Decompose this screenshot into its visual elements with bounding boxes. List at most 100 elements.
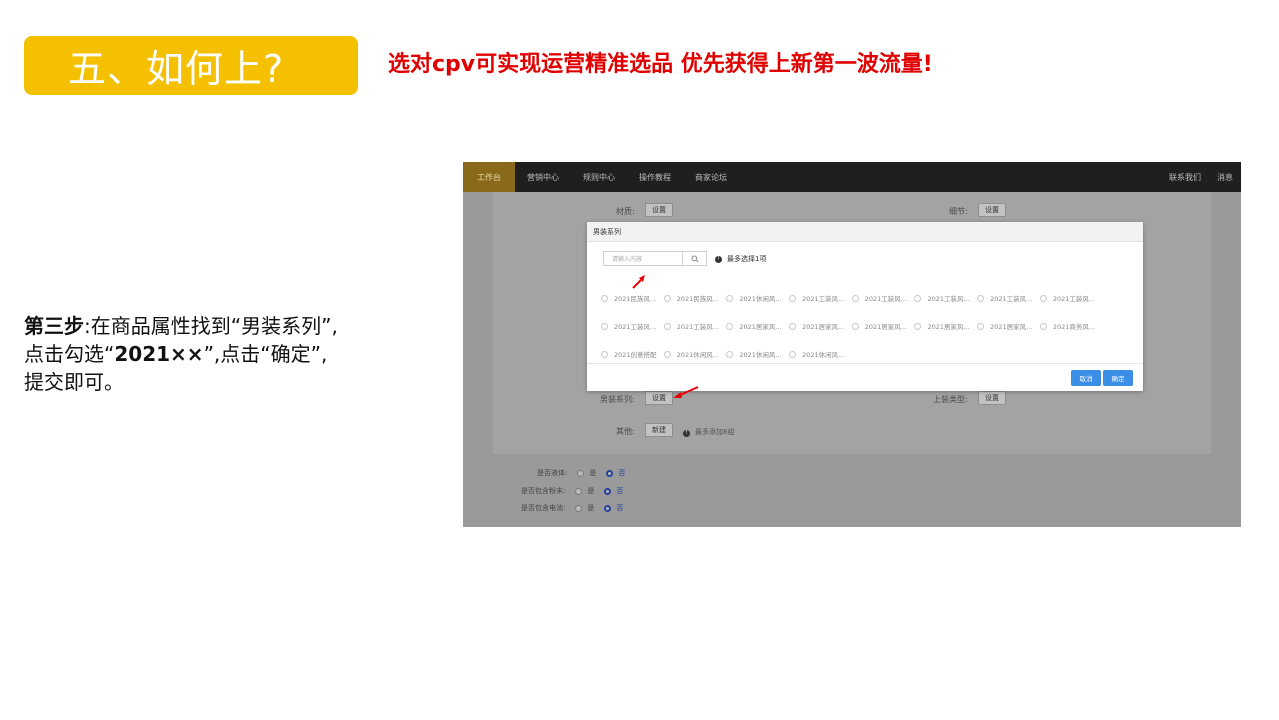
detail-label: 细节: [949, 207, 968, 216]
options-row: 2021民族风... 2021民族风... 2021休闲风... 2021工装风...… [601, 284, 1137, 312]
confirm-button[interactable]: 确定 [1103, 370, 1133, 386]
liquid-yes-text: 是 [589, 469, 597, 477]
radio-circle-icon [789, 322, 797, 330]
powder-row: 是否包含粉末: 是 否 [521, 486, 623, 496]
series-option-label: 2021工装风... [676, 323, 719, 331]
powder-label: 是否包含粉末: [521, 487, 566, 495]
radio-circle-icon [914, 294, 922, 302]
series-option-label: 2021居家风... [864, 323, 907, 331]
series-option[interactable]: 2021工装风... [977, 293, 1040, 303]
series-option[interactable]: 2021工装风... [851, 293, 915, 303]
series-option[interactable]: 2021民族风... [601, 293, 664, 303]
nav-right-group: 联系我们 消息 [1161, 162, 1241, 192]
powder-no-radio[interactable] [604, 487, 612, 495]
top-nav-bar: 工作台 营销中心 规则中心 操作教程 商家论坛 联系我们 消息 [463, 162, 1241, 192]
series-option[interactable]: 2021居家风... [726, 321, 789, 331]
series-option-label: 2021工装风... [614, 323, 657, 331]
info-icon: ! [715, 255, 722, 263]
series-option-label: 2021工装风... [927, 295, 970, 303]
series-label: 男装系列: [600, 395, 635, 404]
cancel-button[interactable]: 取消 [1071, 370, 1101, 386]
new-button[interactable]: 新建 [645, 423, 673, 437]
radio-circle-icon [601, 322, 608, 330]
series-option[interactable]: 2021工装风... [1039, 293, 1103, 303]
radio-circle-icon [914, 322, 922, 330]
nav-marketing[interactable]: 营销中心 [515, 162, 571, 192]
series-option[interactable]: 2021居家风... [851, 321, 915, 331]
series-option[interactable]: 2021工装风... [601, 321, 664, 331]
nav-forum[interactable]: 商家论坛 [683, 162, 739, 192]
step-line1: :在商品属性找到“男装系列”, [84, 314, 338, 338]
top-type-set-button[interactable]: 设置 [978, 391, 1006, 405]
battery-no-radio[interactable] [604, 504, 612, 512]
max-add-hint-text: 最多添加8组 [695, 428, 735, 436]
info-icon: ! [683, 429, 690, 437]
nav-tutorial[interactable]: 操作教程 [627, 162, 683, 192]
title-banner: 五、如何上? [24, 36, 358, 95]
series-option[interactable]: 2021居家风... [914, 321, 977, 331]
series-option-label: 2021工装风... [1052, 295, 1096, 303]
battery-yes-radio[interactable] [575, 504, 583, 512]
series-option-label: 2021休闲风... [739, 295, 782, 303]
powder-no-text: 否 [616, 487, 624, 495]
other-label: 其他: [616, 427, 635, 436]
powder-yes-radio[interactable] [575, 487, 583, 495]
radio-circle-icon [726, 350, 734, 358]
series-option[interactable]: 2021工装风... [663, 321, 727, 331]
series-option[interactable]: 2021居家风... [977, 321, 1040, 331]
step-line2-bold: 2021×× [114, 342, 204, 366]
radio-circle-icon [1039, 322, 1047, 330]
nav-workbench[interactable]: 工作台 [463, 162, 515, 192]
slide-subtitle: 选对cpv可实现运营精准选品 优先获得上新第一波流量! [388, 52, 933, 77]
search-button[interactable] [683, 251, 707, 266]
material-label: 材质: [616, 207, 635, 216]
series-option[interactable]: 2021休闲风... [789, 349, 852, 359]
search-input[interactable]: 请输入内容 [603, 251, 683, 266]
radio-circle-icon [977, 322, 985, 330]
radio-circle-icon [663, 322, 671, 330]
liquid-label: 是否液体: [537, 469, 568, 477]
series-option-label: 2021创意搭配 [614, 351, 657, 359]
options-row: 2021工装风... 2021工装风... 2021居家风... 2021居家风...… [601, 312, 1137, 340]
step-label: 第三步 [24, 314, 84, 338]
series-option-label: 2021工装风... [802, 295, 845, 303]
series-option[interactable]: 2021休闲风... [726, 293, 789, 303]
modal-search: 请输入内容 [603, 251, 707, 266]
series-option[interactable]: 2021民族风... [663, 293, 727, 303]
series-option-label: 2021居家风... [990, 323, 1033, 331]
slide: 五、如何上? 选对cpv可实现运营精准选品 优先获得上新第一波流量! 第三步:在… [0, 0, 1279, 720]
battery-no-text: 否 [616, 504, 624, 512]
step-line2-pre: 点击勾选“ [24, 342, 115, 366]
series-option[interactable]: 2021工装风... [914, 293, 977, 303]
series-option[interactable]: 2021商务风... [1039, 321, 1103, 331]
battery-row: 是否包含电池: 是 否 [521, 503, 623, 513]
options-grid: 2021民族风... 2021民族风... 2021休闲风... 2021工装风...… [601, 284, 1137, 368]
nav-contact[interactable]: 联系我们 [1161, 162, 1209, 192]
nav-messages[interactable]: 消息 [1209, 162, 1241, 192]
material-set-button[interactable]: 设置 [645, 203, 673, 217]
step-line3: 提交即可。 [24, 370, 124, 394]
radio-circle-icon [851, 294, 859, 302]
series-set-button[interactable]: 设置 [645, 391, 673, 405]
series-option[interactable]: 2021居家风... [789, 321, 852, 331]
red-arrow-icon [632, 275, 645, 289]
modal-title: 男装系列 [587, 222, 1143, 242]
radio-circle-icon [1039, 294, 1047, 302]
series-option-label: 2021民族风... [614, 295, 657, 303]
radio-circle-icon [663, 350, 671, 358]
radio-circle-icon [663, 294, 671, 302]
series-modal: 男装系列 请输入内容 ! 最多选择1项 2021民族风... 2021民族风... 2… [587, 222, 1143, 391]
detail-set-button[interactable]: 设置 [978, 203, 1006, 217]
series-option[interactable]: 2021休闲风... [663, 349, 727, 359]
radio-circle-icon [851, 322, 859, 330]
liquid-yes-radio[interactable] [577, 469, 585, 477]
radio-circle-icon [601, 294, 608, 302]
liquid-no-radio[interactable] [606, 469, 614, 477]
series-option[interactable]: 2021工装风... [789, 293, 852, 303]
series-option[interactable]: 2021休闲风... [726, 349, 789, 359]
max-add-hint: ! 最多添加8组 [683, 427, 734, 437]
series-option-label: 2021商务风... [1052, 323, 1096, 331]
powder-yes-text: 是 [587, 487, 595, 495]
nav-rules[interactable]: 规则中心 [571, 162, 627, 192]
series-option[interactable]: 2021创意搭配 [601, 349, 664, 359]
